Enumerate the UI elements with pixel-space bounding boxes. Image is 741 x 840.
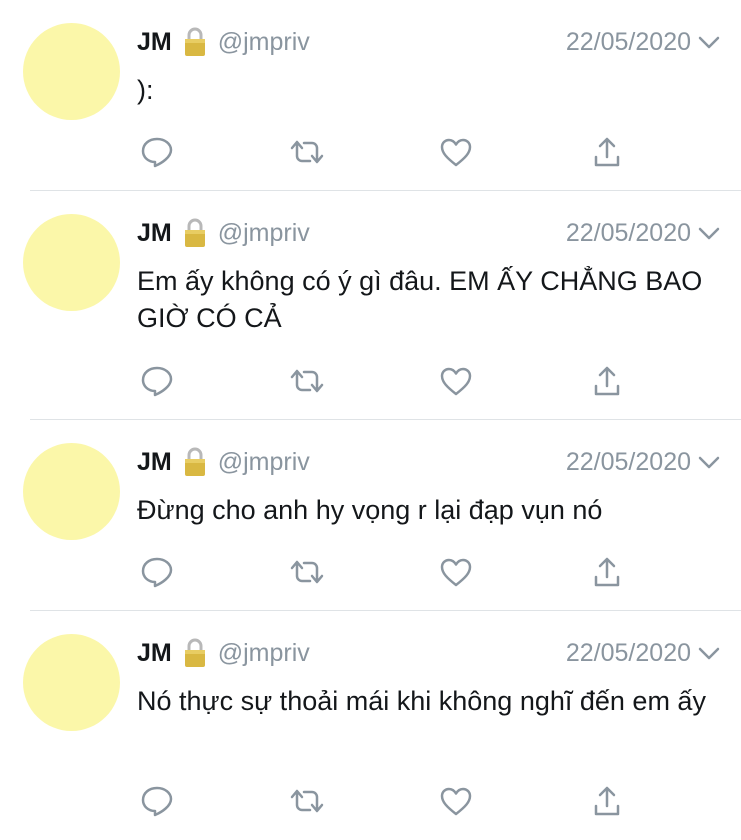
- chevron-down-icon[interactable]: [697, 644, 721, 662]
- author-name[interactable]: JM: [137, 28, 172, 57]
- tweet-actions: [137, 361, 637, 401]
- chevron-down-icon[interactable]: [697, 453, 721, 471]
- reply-button[interactable]: [137, 781, 177, 821]
- tweet-text: Đừng cho anh hy vọng r lại đạp vụn nó: [137, 495, 603, 525]
- share-button[interactable]: [587, 132, 627, 172]
- heart-icon: [440, 787, 472, 816]
- share-button[interactable]: [587, 552, 627, 592]
- retweet-icon: [290, 789, 324, 813]
- tweet-date[interactable]: 22/05/2020: [566, 639, 691, 668]
- retweet-button[interactable]: [287, 552, 327, 592]
- divider: [30, 610, 741, 611]
- lock-icon: [184, 27, 206, 57]
- like-button[interactable]: [436, 132, 476, 172]
- retweet-button[interactable]: [287, 132, 327, 172]
- divider: [30, 419, 741, 420]
- chevron-down-icon[interactable]: [697, 224, 721, 242]
- chevron-down-icon[interactable]: [697, 33, 721, 51]
- author-handle[interactable]: @jmpriv: [218, 448, 310, 477]
- tweet-header: JM @jmpriv 22/05/2020: [137, 216, 721, 250]
- reply-button[interactable]: [137, 552, 177, 592]
- lock-icon: [184, 218, 206, 248]
- author-handle[interactable]: @jmpriv: [218, 219, 310, 248]
- avatar[interactable]: [23, 214, 120, 311]
- author-name[interactable]: JM: [137, 448, 172, 477]
- avatar[interactable]: [23, 634, 120, 731]
- tweet-actions: [137, 552, 637, 592]
- author-name[interactable]: JM: [137, 219, 172, 248]
- share-icon: [594, 137, 620, 167]
- like-button[interactable]: [436, 552, 476, 592]
- reply-icon: [141, 786, 173, 817]
- like-button[interactable]: [436, 781, 476, 821]
- heart-icon: [440, 558, 472, 587]
- lock-icon: [184, 447, 206, 477]
- share-button[interactable]: [587, 781, 627, 821]
- tweet-actions: [137, 132, 637, 172]
- share-icon: [594, 557, 620, 587]
- tweet-date[interactable]: 22/05/2020: [566, 448, 691, 477]
- tweet-date[interactable]: 22/05/2020: [566, 28, 691, 57]
- reply-button[interactable]: [137, 361, 177, 401]
- tweet-header: JM @jmpriv 22/05/2020: [137, 25, 721, 59]
- tweet-text: Nó thực sự thoải mái khi không nghĩ đến …: [137, 686, 706, 716]
- tweet-text: Em ấy không có ý gì đâu. EM ẤY CHẲNG BAO…: [137, 266, 703, 333]
- avatar[interactable]: [23, 23, 120, 120]
- author-name[interactable]: JM: [137, 639, 172, 668]
- tweet-text: ):: [137, 75, 154, 105]
- reply-icon: [141, 137, 173, 168]
- reply-icon: [141, 557, 173, 588]
- divider: [30, 190, 741, 191]
- lock-icon: [184, 638, 206, 668]
- tweet-date[interactable]: 22/05/2020: [566, 219, 691, 248]
- retweet-button[interactable]: [287, 361, 327, 401]
- share-button[interactable]: [587, 361, 627, 401]
- reply-icon: [141, 366, 173, 397]
- share-icon: [594, 366, 620, 396]
- author-handle[interactable]: @jmpriv: [218, 639, 310, 668]
- retweet-icon: [290, 560, 324, 584]
- retweet-icon: [290, 369, 324, 393]
- author-handle[interactable]: @jmpriv: [218, 28, 310, 57]
- heart-icon: [440, 138, 472, 167]
- heart-icon: [440, 367, 472, 396]
- tweet-header: JM @jmpriv 22/05/2020: [137, 636, 721, 670]
- share-icon: [594, 786, 620, 816]
- avatar[interactable]: [23, 443, 120, 540]
- retweet-icon: [290, 140, 324, 164]
- tweet-header: JM @jmpriv 22/05/2020: [137, 445, 721, 479]
- reply-button[interactable]: [137, 132, 177, 172]
- like-button[interactable]: [436, 361, 476, 401]
- tweet-actions: [137, 781, 637, 821]
- retweet-button[interactable]: [287, 781, 327, 821]
